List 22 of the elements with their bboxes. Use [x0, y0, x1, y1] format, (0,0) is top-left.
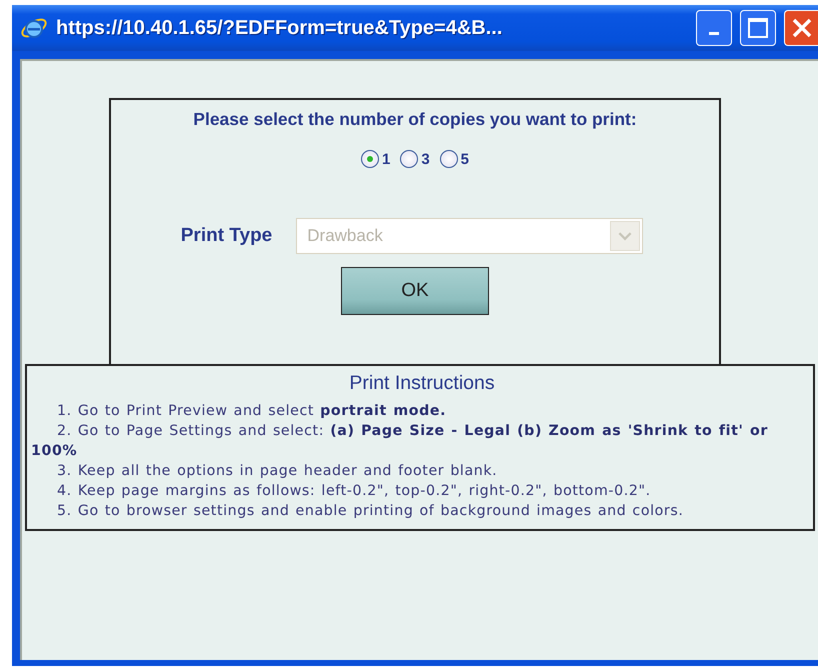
radio-label: 3	[421, 150, 430, 168]
close-icon	[790, 17, 812, 39]
close-button[interactable]	[784, 10, 818, 46]
radio-button[interactable]	[360, 150, 379, 168]
maximize-button[interactable]	[740, 10, 776, 46]
radio-button[interactable]	[400, 150, 418, 168]
window-title: https://10.40.1.65/?EDFForm=true&Type=4&B...	[56, 16, 504, 40]
instruction-text: 4. Keep page margins as follows: left-0.2", top-0.2", right-0.2", bottom-0.2".	[56, 482, 652, 501]
radio-label: 5	[460, 150, 470, 168]
minimize-button[interactable]	[696, 10, 732, 46]
print-type-label: Print Type	[180, 225, 272, 247]
copies-prompt: Please select the number of copies you want to print:	[193, 109, 637, 130]
ok-button[interactable]: OK	[341, 267, 489, 315]
maximize-icon	[747, 17, 769, 39]
instruction-text: 1. Go to Print Preview and select portrait mode.	[56, 402, 448, 421]
minimize-icon	[709, 32, 719, 34]
instruction-text: 3. Keep all the options in page header and footer blank.	[56, 462, 498, 481]
instruction-text: 2. Go to Page Settings and select: (a) Page Size - Legal (b) Zoom as 'Shrink to fit' or 100%	[31, 422, 769, 461]
instruction-text: 5. Go to browser settings and enable printing of background images and colors.	[56, 502, 684, 521]
instructions-title: Print Instructions	[348, 372, 496, 395]
radio-label: 1	[382, 150, 390, 168]
radio-button[interactable]	[440, 150, 458, 168]
